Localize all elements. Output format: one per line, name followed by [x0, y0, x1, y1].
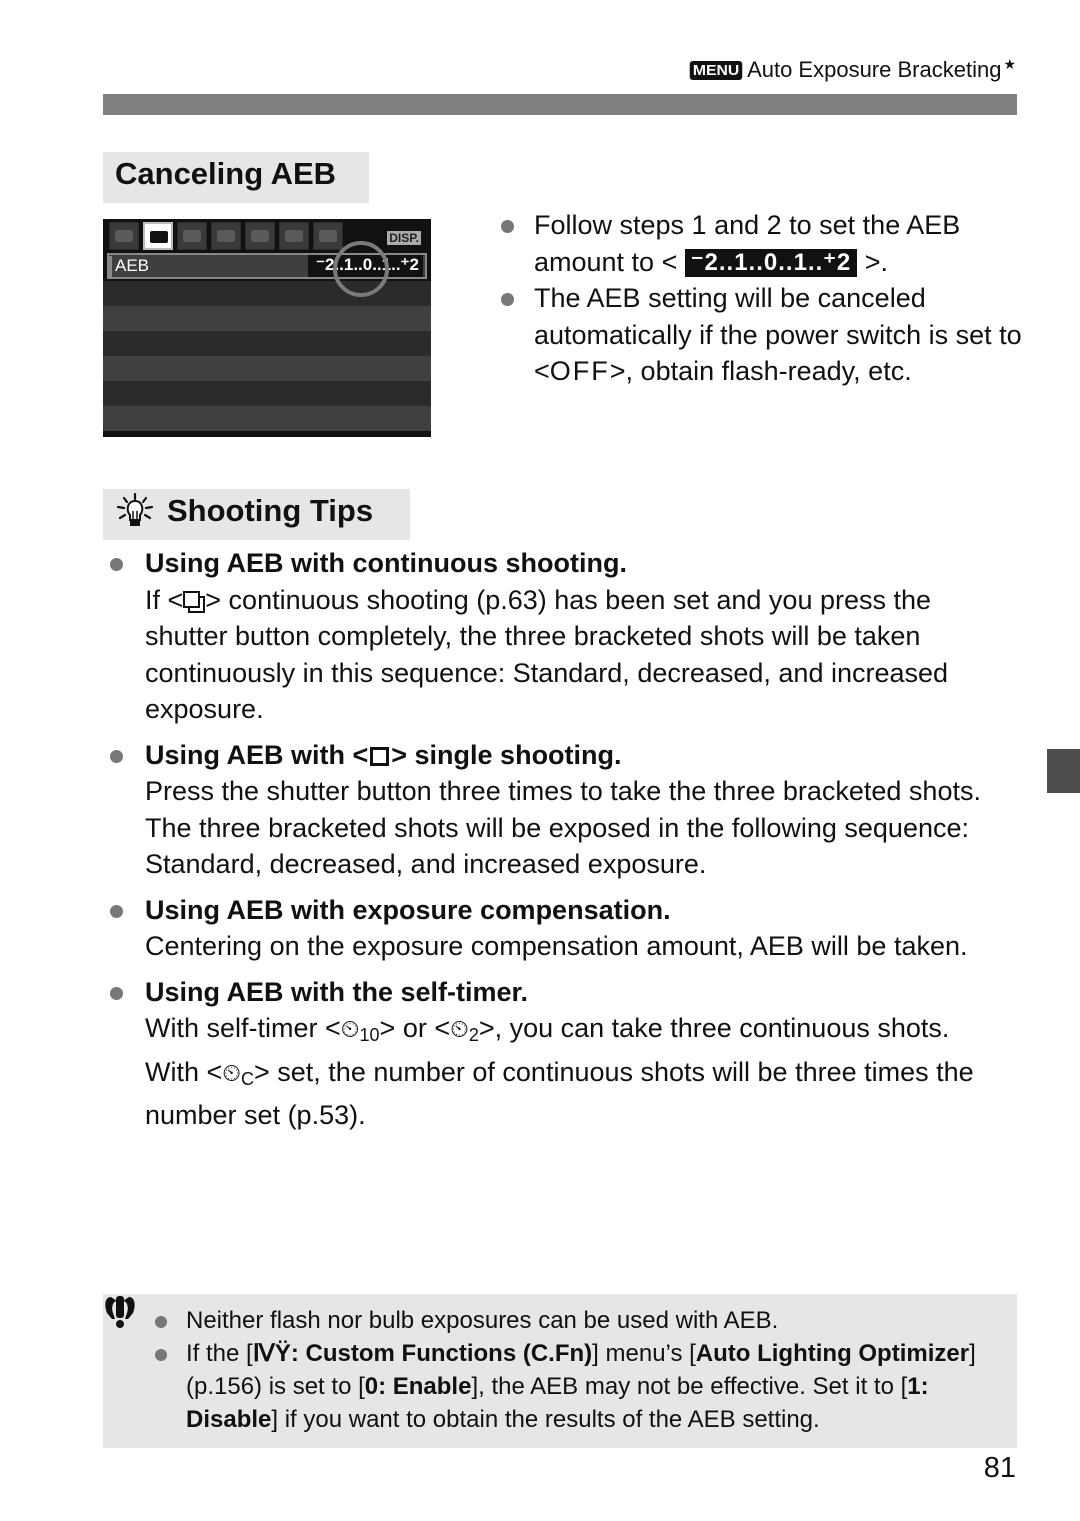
star-icon: ★: [1003, 56, 1016, 72]
wrench-icon: [217, 230, 235, 242]
tip-text: With self-timer <: [145, 1013, 341, 1043]
camera-tab-setup-1: [211, 222, 241, 250]
star-icon: [319, 230, 337, 242]
tip-heading: Using AEB with continuous shooting.: [145, 548, 627, 578]
self-timer-icon: ⏲C: [222, 1059, 255, 1089]
tip-text: > set, the number of continuous shots wi…: [145, 1056, 974, 1131]
camera-menu-tabs: [109, 222, 343, 252]
camera-tab-shooting-2: [143, 222, 173, 250]
running-header: MENU Auto Exposure Bracketing ★: [0, 56, 1016, 83]
list-item: The AEB setting will be canceled automat…: [498, 280, 1038, 390]
self-timer-icon: ⏲10: [340, 1016, 380, 1045]
setting-name: Auto Lighting Optimizer: [695, 1340, 970, 1367]
list-item: Using AEB with exposure compensation. Ce…: [110, 892, 1010, 965]
highlight-circle: [333, 241, 389, 297]
tip-text: If <: [145, 584, 184, 615]
caution-text: ] if you want to obtain the results of t…: [271, 1406, 820, 1433]
camera-menu-row-empty: [103, 356, 431, 381]
tip-text: > continuous shooting (p.63) has been se…: [145, 584, 949, 725]
camera-menu-row-empty: [103, 331, 431, 356]
camera-tab-setup-2: [245, 222, 275, 250]
camera-menu-item-label: AEB: [108, 256, 150, 278]
page-number: 81: [983, 1452, 1016, 1484]
tip-text: > or <: [379, 1013, 451, 1043]
setting-value: 0: Enable: [364, 1373, 472, 1400]
bullet-text: >, obtain flash-ready, etc.: [609, 356, 912, 386]
camera-tab-my-menu: [313, 222, 343, 250]
list-item: Using AEB with < > single shooting. Press…: [110, 737, 1010, 883]
self-timer-sub: C: [241, 1068, 255, 1089]
tip-heading: Using AEB with < > single shooting.: [145, 737, 1010, 774]
menu-name: Custom Functions (C.Fn): [305, 1340, 593, 1367]
camera-tab-setup-3: [279, 222, 309, 250]
custom-functions-icon: ⅣŸ:: [252, 1340, 306, 1367]
section-title-shooting-tips: Shooting Tips: [103, 489, 410, 540]
playback-icon: [183, 230, 201, 242]
list-item: Follow steps 1 and 2 to set the AEB amou…: [498, 207, 1038, 280]
tip-body: Centering on the exposure compensation a…: [145, 931, 968, 961]
tip-body: Press the shutter button three times to …: [145, 776, 981, 879]
caution-text: If the [: [186, 1340, 253, 1367]
self-timer-sub: 2: [468, 1025, 479, 1045]
wrench-icon: [251, 230, 269, 242]
section-title-canceling-aeb: Canceling AEB: [103, 152, 369, 203]
camera-menu-row-empty: [103, 381, 431, 406]
tips-list: Using AEB with continuous shooting. If <…: [110, 545, 1010, 1143]
camera-tab-playback: [177, 222, 207, 250]
camera-menu-screen: DISP. AEB ⁻2..1..0..1..⁺2: [103, 219, 431, 437]
tip-heading-text: > single shooting.: [391, 739, 622, 770]
single-shooting-icon: [370, 746, 390, 766]
self-timer-icon: ⏲2: [450, 1016, 479, 1045]
list-item: Neither flash nor bulb exposures can be …: [155, 1304, 1005, 1337]
camera-icon: [115, 230, 133, 242]
canceling-bullets: Follow steps 1 and 2 to set the AEB amou…: [498, 207, 1038, 390]
camera-menu-row-empty: [103, 306, 431, 331]
shooting-tips-title: Shooting Tips: [167, 493, 374, 528]
tip-heading: Using AEB with exposure compensation.: [145, 894, 671, 925]
disp-label: DISP.: [387, 231, 421, 245]
list-item: Using AEB with continuous shooting. If <…: [110, 545, 1010, 728]
off-switch-label: OFF: [549, 356, 610, 386]
caution-text: ] menu’s [: [592, 1340, 696, 1367]
list-item: If the [ⅣŸ: Custom Functions (C.Fn)] men…: [155, 1337, 1005, 1436]
caution-list: Neither flash nor bulb exposures can be …: [155, 1304, 1005, 1436]
camera-icon: [150, 231, 168, 243]
running-header-title: Auto Exposure Bracketing: [747, 57, 1002, 82]
tip-heading-text: Using AEB with <: [145, 739, 369, 770]
light-bulb-icon: [115, 492, 155, 539]
caution-icon: [103, 1295, 137, 1334]
camera-menu-row-empty: [103, 406, 431, 431]
self-timer-sub: 10: [359, 1025, 380, 1045]
tip-heading: Using AEB with the self-timer.: [145, 976, 529, 1007]
continuous-shooting-icon: [183, 590, 206, 613]
aeb-scale-icon: ⁻2..1..0..1..⁺2: [684, 248, 858, 277]
header-rule: [103, 94, 1017, 115]
wrench-icon: [285, 230, 303, 242]
tip-body: If < > continuous shooting (p.63) has bee…: [145, 582, 1010, 728]
caution-text: ], the AEB may not be effective. Set it …: [471, 1373, 908, 1400]
camera-tab-shooting-1: [109, 222, 139, 250]
caution-text: Neither flash nor bulb exposures can be …: [186, 1307, 779, 1334]
tip-body: With self-timer <⏲10> or <⏲2>, you can t…: [145, 1010, 1010, 1134]
menu-icon: MENU: [689, 61, 743, 80]
bullet-text: >.: [857, 246, 889, 277]
chapter-side-tab: [1047, 749, 1080, 793]
list-item: Using AEB with the self-timer. With self…: [110, 974, 1010, 1134]
